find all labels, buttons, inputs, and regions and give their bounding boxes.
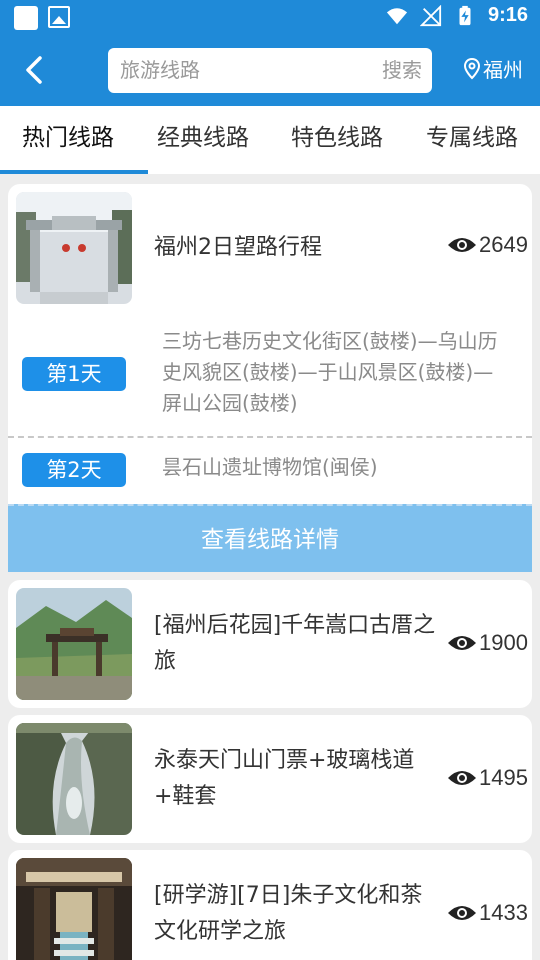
status-bar: 9:16 xyxy=(0,0,540,36)
tab-exclusive-routes[interactable]: 专属线路 xyxy=(404,106,540,174)
tab-classic-routes[interactable]: 经典线路 xyxy=(136,106,270,174)
itinerary-panel: 第1天 三坊七巷历史文化街区(鼓楼)—乌山历史风貌区(鼓楼)—于山风景区(鼓楼)… xyxy=(8,312,532,504)
view-count-value: 1433 xyxy=(479,900,528,925)
route-thumbnail xyxy=(16,588,132,700)
search-box[interactable]: 旅游线路 搜索 xyxy=(108,48,432,93)
location-pin-icon xyxy=(464,57,480,79)
wifi-icon xyxy=(386,7,408,24)
route-card[interactable]: [研学游][7日]朱子文化和茶文化研学之旅 1433 xyxy=(8,850,532,960)
back-arrow-icon[interactable] xyxy=(18,52,54,88)
search-button[interactable]: 搜索 xyxy=(382,48,422,93)
status-time: 9:16 xyxy=(487,4,528,26)
route-thumbnail xyxy=(16,723,132,835)
active-tab-indicator xyxy=(0,170,148,174)
view-count: 2649 xyxy=(447,232,528,258)
view-count-value: 2649 xyxy=(479,232,528,257)
view-route-details-button[interactable]: 查看线路详情 xyxy=(8,504,532,572)
day-badge: 第1天 xyxy=(22,357,126,391)
dashed-divider xyxy=(8,436,532,438)
eye-icon xyxy=(448,906,477,920)
tab-featured-routes[interactable]: 特色线路 xyxy=(270,106,404,174)
route-card[interactable]: 永泰天门山门票+玻璃栈道+鞋套 1495 xyxy=(8,715,532,843)
eye-icon xyxy=(448,636,477,650)
day-itinerary-text: 昙石山遗址博物馆(闽侯) xyxy=(162,455,378,479)
view-count: 1433 xyxy=(447,900,528,926)
route-title: 永泰天门山门票+玻璃栈道+鞋套 xyxy=(154,748,415,809)
route-thumbnail xyxy=(16,192,132,304)
route-card[interactable]: 福州2日望路行程 2649 xyxy=(8,184,532,312)
view-count: 1495 xyxy=(447,765,528,791)
view-count-value: 1900 xyxy=(479,630,528,655)
city-selector[interactable]: 福州 xyxy=(464,54,523,83)
view-count-value: 1495 xyxy=(479,765,528,790)
route-title: [研学游][7日]朱子文化和茶文化研学之旅 xyxy=(154,883,423,944)
day-itinerary-text: 三坊七巷历史文化街区(鼓楼)—乌山历史风貌区(鼓楼)—于山风景区(鼓楼)—屏山公… xyxy=(162,329,498,415)
no-signal-icon xyxy=(419,4,442,26)
day-badge: 第2天 xyxy=(22,453,126,487)
eye-icon xyxy=(448,771,477,785)
route-thumbnail xyxy=(16,858,132,960)
city-label: 福州 xyxy=(483,58,523,82)
image-notification-icon xyxy=(48,6,70,28)
tab-hot-routes[interactable]: 热门线路 xyxy=(0,106,136,174)
route-card[interactable]: [福州后花园]千年嵩口古厝之旅 1900 xyxy=(8,580,532,708)
route-title: 福州2日望路行程 xyxy=(154,235,322,260)
notification-icon xyxy=(14,6,38,30)
category-tabs: 热门线路 经典线路 特色线路 专属线路 xyxy=(0,106,540,174)
route-title: [福州后花园]千年嵩口古厝之旅 xyxy=(154,613,436,674)
search-input[interactable]: 旅游线路 xyxy=(120,48,200,93)
header-bar: 旅游线路 搜索 福州 xyxy=(0,36,540,106)
view-count: 1900 xyxy=(447,630,528,656)
battery-charging-icon xyxy=(459,5,471,25)
eye-icon xyxy=(448,238,477,252)
